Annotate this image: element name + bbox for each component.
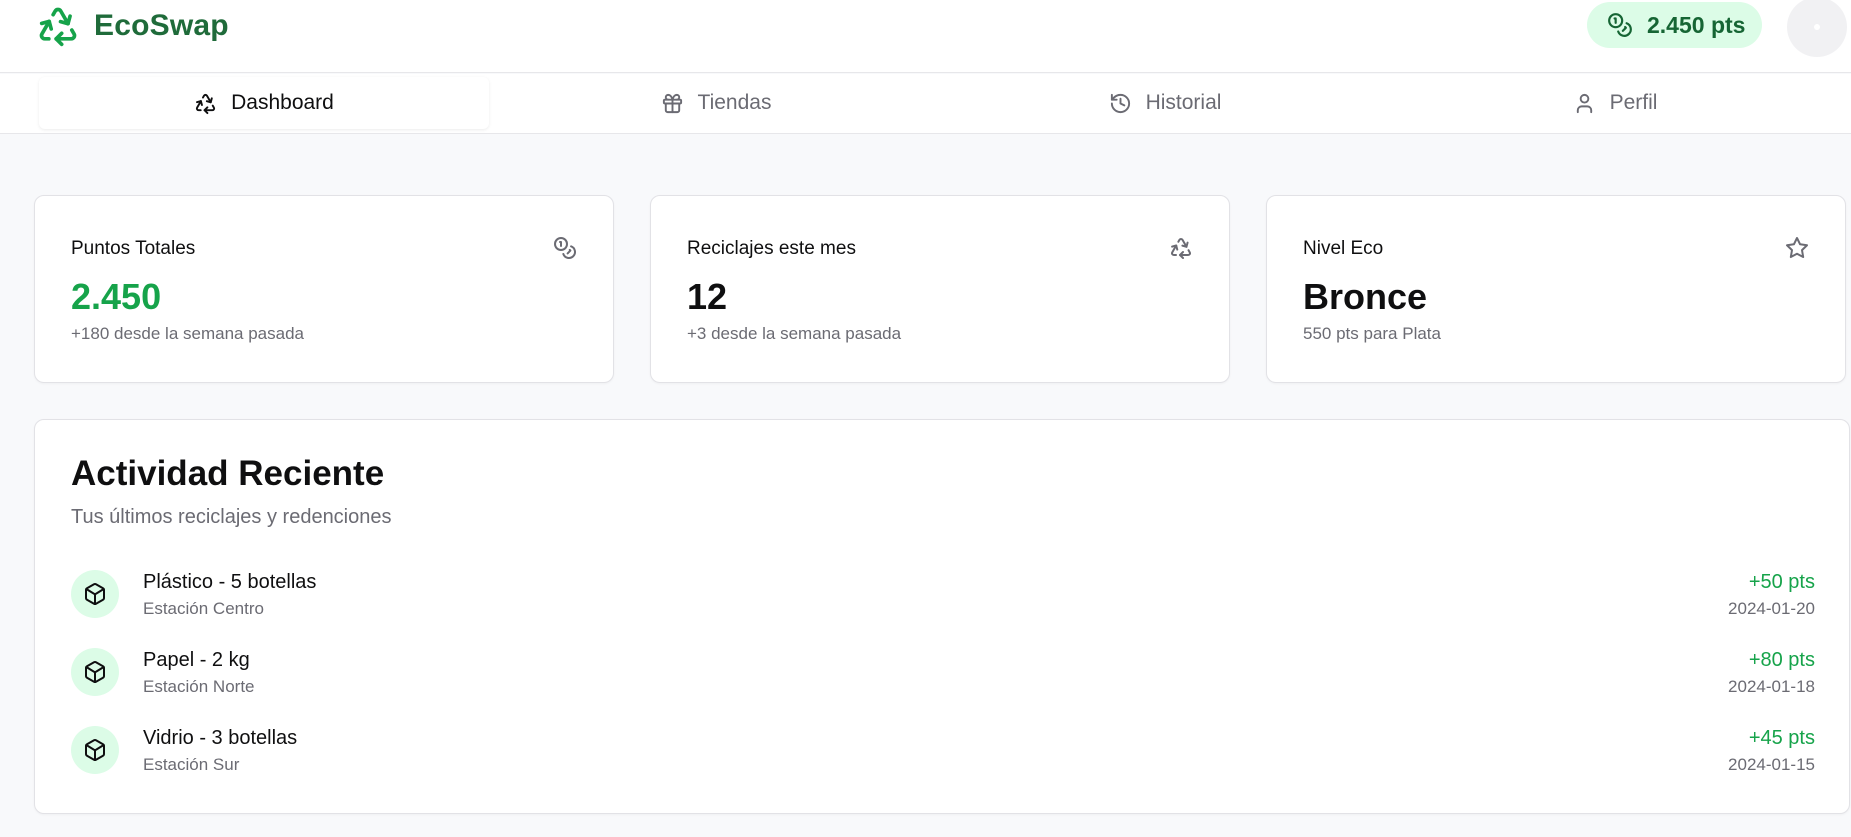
recycle-icon [1171, 237, 1191, 259]
stat-label: Reciclajes este mes [687, 238, 856, 259]
activity-points: +50 pts [1748, 571, 1815, 593]
tab-dashboard[interactable]: Dashboard [39, 77, 489, 129]
tab-label: Historial [1145, 91, 1222, 114]
tab-tiendas[interactable]: Tiendas [491, 77, 941, 129]
section-subtitle: Tus últimos reciclajes y redenciones [71, 506, 392, 528]
main-tabs: Dashboard Tiendas Historial Perfil [0, 74, 1851, 134]
activity-station: Estación Centro [143, 599, 264, 618]
activity-station: Estación Norte [143, 677, 255, 696]
activity-name: Vidrio - 3 botellas [143, 727, 298, 749]
points-balance: 2.450 pts [1647, 11, 1746, 38]
activity-points: +45 pts [1748, 727, 1815, 749]
stat-card-eco-level: Nivel Eco Bronce 550 pts para Plata [1266, 195, 1846, 383]
avatar[interactable] [1787, 0, 1847, 57]
brand-name: EcoSwap [94, 9, 229, 42]
stat-value: 2.450 [71, 276, 162, 317]
stat-caption: +3 desde la semana pasada [687, 324, 902, 343]
section-title: Actividad Reciente [71, 454, 385, 493]
coins-icon [1608, 13, 1632, 37]
list-item[interactable]: Vidrio - 3 botellas Estación Sur +45 pts… [71, 726, 1815, 804]
tab-label: Perfil [1609, 91, 1658, 114]
tab-label: Dashboard [231, 91, 334, 114]
history-icon [1110, 93, 1130, 113]
package-icon [85, 661, 105, 683]
stat-label: Nivel Eco [1303, 238, 1384, 259]
package-icon [85, 739, 105, 761]
star-icon [1786, 237, 1808, 259]
activity-points: +80 pts [1748, 649, 1815, 671]
tab-historial[interactable]: Historial [940, 77, 1390, 129]
gift-icon [662, 93, 682, 113]
activity-name: Plástico - 5 botellas [143, 571, 317, 593]
activity-name: Papel - 2 kg [143, 649, 250, 671]
avatar-image [1814, 24, 1820, 30]
activity-icon-badge [71, 570, 119, 618]
tab-label: Tiendas [697, 91, 772, 114]
stat-card-monthly-recycles: Reciclajes este mes 12 +3 desde la seman… [650, 195, 1230, 383]
activity-date: 2024-01-20 [1728, 599, 1815, 618]
stat-value: Bronce [1303, 276, 1428, 317]
activity-date: 2024-01-15 [1728, 755, 1815, 774]
activity-icon-badge [71, 726, 119, 774]
tab-perfil[interactable]: Perfil [1390, 77, 1840, 129]
coins-icon [554, 237, 576, 259]
user-icon [1576, 93, 1592, 113]
brand-logo[interactable]: EcoSwap [36, 4, 229, 48]
stat-label: Puntos Totales [71, 238, 196, 259]
activity-station: Estación Sur [143, 755, 240, 774]
app-header: EcoSwap 2.450 pts [0, 0, 1851, 73]
list-item[interactable]: Papel - 2 kg Estación Norte +80 pts 2024… [71, 648, 1815, 726]
list-item[interactable]: Plástico - 5 botellas Estación Centro +5… [71, 570, 1815, 648]
stat-value: 12 [687, 276, 728, 317]
points-balance-badge[interactable]: 2.450 pts [1587, 2, 1762, 48]
stat-caption: 550 pts para Plata [1303, 324, 1441, 343]
package-icon [85, 583, 105, 605]
activity-date: 2024-01-18 [1728, 677, 1815, 696]
activity-list: Plástico - 5 botellas Estación Centro +5… [71, 570, 1815, 804]
stat-caption: +180 desde la semana pasada [71, 324, 304, 343]
recent-activity-card: Actividad Reciente Tus últimos reciclaje… [34, 419, 1850, 814]
recycle-icon [196, 93, 216, 114]
stat-card-total-points: Puntos Totales 2.450 +180 desde la seman… [34, 195, 614, 383]
recycle-icon [39, 7, 77, 47]
activity-icon-badge [71, 648, 119, 696]
